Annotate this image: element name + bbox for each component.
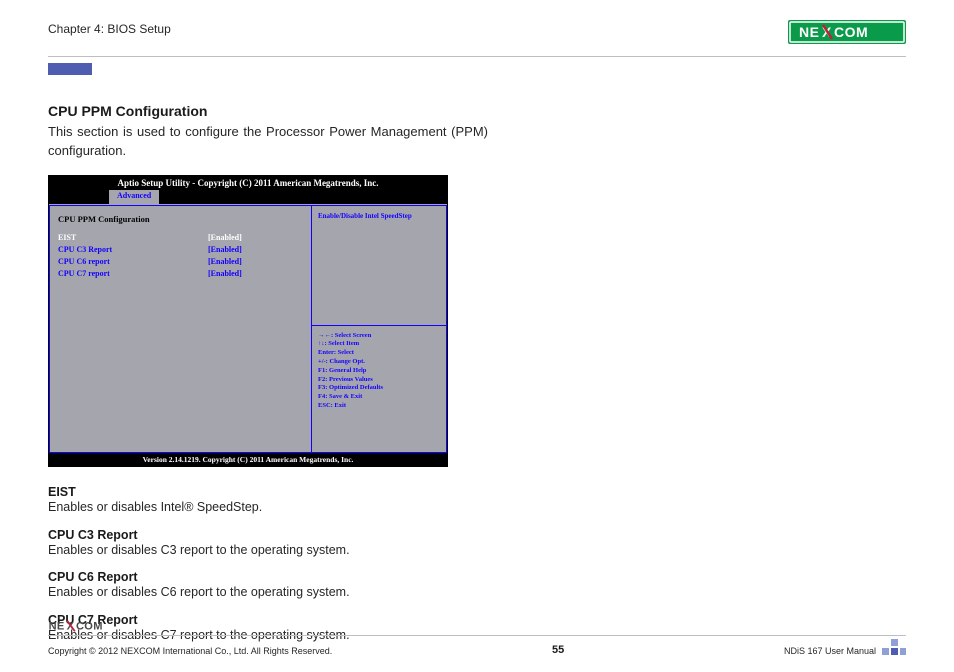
bios-key-line: F4: Save & Exit [318,393,440,402]
svg-text:NE: NE [49,621,65,633]
svg-text:COM: COM [76,621,103,633]
bios-row-c3[interactable]: CPU C3 Report [Enabled] [58,244,303,256]
bios-key-legend: →←: Select Screen ↑↓: Select Item Enter:… [311,325,447,453]
bios-version-bar: Version 2.14.1219. Copyright (C) 2011 Am… [49,453,447,466]
bios-panel: Aptio Setup Utility - Copyright (C) 2011… [48,175,448,467]
bios-row-eist[interactable]: EIST [Enabled] [58,232,303,244]
svg-text:COM: COM [834,24,868,40]
bios-key-line: F2: Previous Values [318,376,440,385]
footer-squares-icon [882,638,906,656]
bios-key-line: ESC: Exit [318,402,440,411]
bios-row-value: [Enabled] [208,256,242,268]
chapter-title: Chapter 4: BIOS Setup [48,20,171,36]
bios-key-line: ↑↓: Select Item [318,340,440,349]
header-rule [48,56,906,57]
bios-row-label: CPU C3 Report [58,244,208,256]
bios-main-pane: CPU PPM Configuration EIST [Enabled] CPU… [49,205,311,453]
desc-label: CPU C6 Report [48,570,568,584]
bios-row-label: CPU C7 report [58,268,208,280]
section-title: CPU PPM Configuration [48,103,906,119]
page-number: 55 [552,644,564,656]
footer-copyright: Copyright © 2012 NEXCOM International Co… [48,646,332,656]
bios-key-line: F3: Optimized Defaults [318,384,440,393]
page-header: Chapter 4: BIOS Setup NE X COM [48,20,906,54]
desc-label: CPU C3 Report [48,528,568,542]
bios-row-c7[interactable]: CPU C7 report [Enabled] [58,268,303,280]
desc-label: EIST [48,485,568,499]
desc-text: Enables or disables C3 report to the ope… [48,542,568,559]
desc-eist: EIST Enables or disables Intel® SpeedSte… [48,485,568,516]
nexcom-logo: NE X COM [788,20,906,44]
bios-row-value: [Enabled] [208,244,242,256]
bios-row-label: CPU C6 report [58,256,208,268]
bios-key-line: +/-: Change Opt. [318,358,440,367]
bios-utility-title: Aptio Setup Utility - Copyright (C) 2011… [49,176,447,190]
footer-manual: NDiS 167 User Manual [784,646,876,656]
bios-row-label: EIST [58,232,208,244]
bios-row-value: [Enabled] [208,232,242,244]
desc-c3: CPU C3 Report Enables or disables C3 rep… [48,528,568,559]
bios-help-pane: Enable/Disable Intel SpeedStep [311,205,447,325]
bios-tab-bar: Advanced [49,190,447,204]
bios-tab-advanced[interactable]: Advanced [109,190,159,204]
bios-key-line: →←: Select Screen [318,332,440,341]
section-intro: This section is used to configure the Pr… [48,123,488,161]
bios-row-value: [Enabled] [208,268,242,280]
bios-config-heading: CPU PPM Configuration [58,214,303,224]
page-tab-stub [48,63,92,75]
bios-key-line: Enter: Select [318,349,440,358]
nexcom-logo-small: NE X COM [48,619,118,633]
bios-row-c6[interactable]: CPU C6 report [Enabled] [58,256,303,268]
svg-text:NE: NE [799,24,819,40]
desc-text: Enables or disables Intel® SpeedStep. [48,499,568,516]
page-footer: NE X COM Copyright © 2012 NEXCOM Interna… [48,619,906,656]
bios-key-line: F1: General Help [318,367,440,376]
desc-text: Enables or disables C6 report to the ope… [48,584,568,601]
desc-c6: CPU C6 Report Enables or disables C6 rep… [48,570,568,601]
